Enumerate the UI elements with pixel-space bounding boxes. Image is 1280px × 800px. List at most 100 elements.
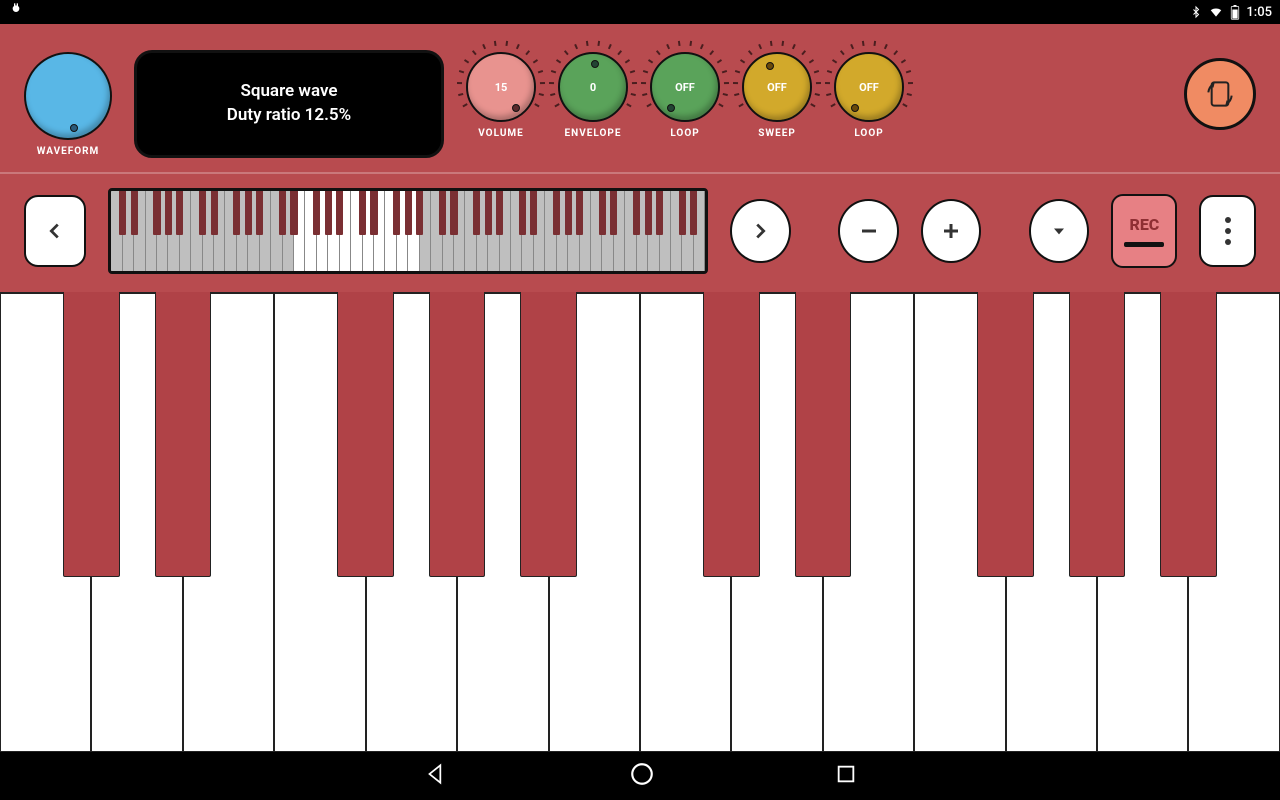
- loop1-label: LOOP: [670, 128, 699, 139]
- waveform-knob-col: WAVEFORM: [24, 52, 112, 157]
- bluetooth-icon: [1190, 5, 1202, 20]
- nav-row: REC: [0, 174, 1280, 292]
- loop2-value: OFF: [859, 81, 879, 94]
- mini-black-key[interactable]: [279, 191, 286, 235]
- nav-back-button[interactable]: [423, 761, 449, 791]
- synth-app: WAVEFORM Square wave Duty ratio 12.5% 15…: [0, 24, 1280, 752]
- debug-icon: [8, 2, 24, 22]
- mini-black-key[interactable]: [211, 191, 218, 235]
- plus-icon: [939, 219, 963, 243]
- mini-black-key[interactable]: [153, 191, 160, 235]
- mini-black-key[interactable]: [496, 191, 503, 235]
- battery-icon: [1230, 4, 1240, 19]
- rec-slot-icon: [1124, 242, 1164, 247]
- black-key[interactable]: [795, 292, 852, 577]
- mini-black-key[interactable]: [290, 191, 297, 235]
- mini-black-key[interactable]: [530, 191, 537, 235]
- android-status-bar: 1:05: [0, 0, 1280, 24]
- zoom-out-button[interactable]: [838, 199, 898, 263]
- record-button[interactable]: REC: [1111, 194, 1177, 268]
- black-key[interactable]: [1069, 292, 1126, 577]
- mini-black-key[interactable]: [439, 191, 446, 235]
- mini-black-key[interactable]: [393, 191, 400, 235]
- mini-black-key[interactable]: [233, 191, 240, 235]
- envelope-knob-col: 0 ENVELOPE: [558, 52, 628, 139]
- mini-black-key[interactable]: [370, 191, 377, 235]
- black-key[interactable]: [63, 292, 120, 577]
- mini-black-key[interactable]: [599, 191, 606, 235]
- nav-back-icon: [423, 761, 449, 787]
- mini-black-key[interactable]: [325, 191, 332, 235]
- rec-label: REC: [1129, 215, 1159, 234]
- mini-keyboard[interactable]: [108, 188, 708, 274]
- wifi-icon: [1208, 5, 1224, 20]
- mini-black-key[interactable]: [165, 191, 172, 235]
- mini-black-key[interactable]: [416, 191, 423, 235]
- mini-black-key[interactable]: [473, 191, 480, 235]
- main-keyboard: [0, 292, 1280, 752]
- chevron-right-icon: [749, 217, 771, 245]
- envelope-knob[interactable]: 0: [558, 52, 628, 122]
- mini-black-key[interactable]: [450, 191, 457, 235]
- mini-black-key[interactable]: [176, 191, 183, 235]
- loop1-knob[interactable]: OFF: [650, 52, 720, 122]
- black-key[interactable]: [703, 292, 760, 577]
- status-clock: 1:05: [1246, 5, 1272, 20]
- mini-black-key[interactable]: [485, 191, 492, 235]
- device-frame: 1:05 WAVEFORM Square wave Duty ratio 12.…: [0, 0, 1280, 800]
- envelope-value: 0: [590, 81, 596, 94]
- mini-black-key[interactable]: [690, 191, 697, 235]
- mini-black-key[interactable]: [336, 191, 343, 235]
- mini-black-key[interactable]: [519, 191, 526, 235]
- sweep-knob-col: OFF SWEEP: [742, 52, 812, 139]
- sweep-knob[interactable]: OFF: [742, 52, 812, 122]
- black-key[interactable]: [1160, 292, 1217, 577]
- mini-black-key[interactable]: [645, 191, 652, 235]
- menu-button[interactable]: [1199, 195, 1256, 267]
- loop2-knob[interactable]: OFF: [834, 52, 904, 122]
- display-line1: Square wave: [240, 80, 337, 104]
- dropdown-button[interactable]: [1029, 199, 1089, 263]
- black-key[interactable]: [429, 292, 486, 577]
- mini-black-key[interactable]: [359, 191, 366, 235]
- nav-home-button[interactable]: [629, 761, 655, 791]
- chevron-left-icon: [44, 217, 66, 245]
- mini-black-key[interactable]: [131, 191, 138, 235]
- mini-black-key[interactable]: [565, 191, 572, 235]
- volume-knob[interactable]: 15: [466, 52, 536, 122]
- envelope-label: ENVELOPE: [565, 128, 622, 139]
- mini-black-key[interactable]: [576, 191, 583, 235]
- rotate-button[interactable]: [1184, 58, 1256, 130]
- mini-black-key[interactable]: [656, 191, 663, 235]
- zoom-in-button[interactable]: [921, 199, 981, 263]
- black-key[interactable]: [977, 292, 1034, 577]
- volume-value: 15: [495, 81, 508, 94]
- waveform-knob[interactable]: [24, 52, 112, 140]
- nav-recents-button[interactable]: [835, 763, 857, 789]
- rotate-icon: [1200, 74, 1240, 114]
- mini-black-key[interactable]: [679, 191, 686, 235]
- scroll-right-button[interactable]: [730, 199, 790, 263]
- mini-black-key[interactable]: [199, 191, 206, 235]
- display-line2: Duty ratio 12.5%: [227, 104, 351, 128]
- loop1-value: OFF: [675, 81, 695, 94]
- mini-black-key[interactable]: [245, 191, 252, 235]
- mini-black-key[interactable]: [633, 191, 640, 235]
- mini-black-key[interactable]: [256, 191, 263, 235]
- black-key[interactable]: [520, 292, 577, 577]
- caret-down-icon: [1049, 221, 1069, 241]
- knob-panel: WAVEFORM Square wave Duty ratio 12.5% 15…: [0, 24, 1280, 174]
- black-key[interactable]: [155, 292, 212, 577]
- volume-knob-col: 15 VOLUME: [466, 52, 536, 139]
- mini-black-key[interactable]: [553, 191, 560, 235]
- mini-black-key[interactable]: [313, 191, 320, 235]
- mini-black-key[interactable]: [119, 191, 126, 235]
- black-key[interactable]: [337, 292, 394, 577]
- mini-black-key[interactable]: [405, 191, 412, 235]
- minus-icon: [857, 219, 881, 243]
- mini-black-key[interactable]: [610, 191, 617, 235]
- waveform-display: Square wave Duty ratio 12.5%: [134, 50, 444, 158]
- sweep-label: SWEEP: [758, 128, 796, 139]
- waveform-label: WAVEFORM: [37, 146, 100, 157]
- scroll-left-button[interactable]: [24, 195, 86, 267]
